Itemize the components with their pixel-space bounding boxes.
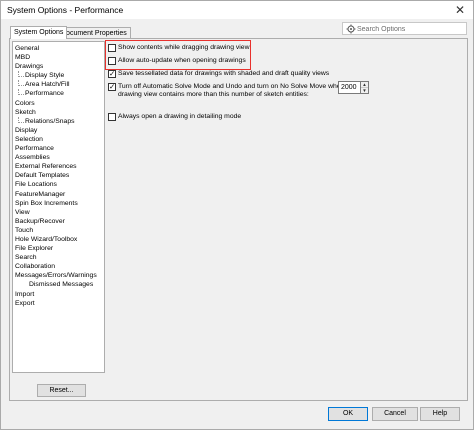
- tree-item-performance[interactable]: Performance: [13, 144, 104, 153]
- help-button[interactable]: Help: [420, 407, 460, 421]
- save-tessellated-checkbox[interactable]: [108, 69, 116, 78]
- tree-item-hole-wizard-toolbox[interactable]: Hole Wizard/Toolbox: [13, 235, 104, 244]
- options-tree[interactable]: General MBD Drawings Display Style Area …: [12, 41, 105, 373]
- tree-item-relations-snaps[interactable]: Relations/Snaps: [13, 116, 104, 126]
- tree-item-collaboration[interactable]: Collaboration: [13, 262, 104, 271]
- sketch-entity-count-stepper[interactable]: ▲ ▼: [361, 81, 369, 94]
- spin-down-icon[interactable]: ▼: [361, 88, 368, 94]
- tree-item-drawings[interactable]: Drawings: [13, 62, 104, 71]
- tree-item-display-style[interactable]: Display Style: [13, 71, 104, 80]
- title-bar: System Options - Performance ✕: [1, 1, 473, 19]
- tree-item-messages-errors-warnings[interactable]: Messages/Errors/Warnings: [13, 271, 104, 280]
- tree-item-sketch[interactable]: Sketch: [13, 108, 104, 117]
- detailing-mode-label: Always open a drawing in detailing mode: [118, 113, 242, 120]
- auto-update-label: Allow auto-update when opening drawings: [118, 57, 246, 64]
- tree-item-drawings-performance[interactable]: Performance: [13, 89, 104, 98]
- reset-button[interactable]: Reset...: [37, 384, 86, 397]
- tree-item-spin-box-increments[interactable]: Spin Box Increments: [13, 199, 104, 208]
- tree-item-colors[interactable]: Colors: [13, 99, 104, 108]
- tree-item-external-references[interactable]: External References: [13, 162, 104, 171]
- tree-item-dismissed-messages[interactable]: Dismissed Messages: [13, 280, 104, 289]
- sketch-entity-count-field[interactable]: 2000: [338, 81, 361, 94]
- tree-item-backup-recover[interactable]: Backup/Recover: [13, 217, 104, 226]
- tree-item-default-templates[interactable]: Default Templates: [13, 171, 104, 180]
- tree-item-display[interactable]: Display: [13, 126, 104, 135]
- cancel-button[interactable]: Cancel: [372, 407, 418, 421]
- show-contents-checkbox[interactable]: [108, 44, 116, 52]
- tree-item-general[interactable]: General: [13, 44, 104, 53]
- options-panel: General MBD Drawings Display Style Area …: [9, 38, 468, 401]
- save-tessellated-label: Save tessellated data for drawings with …: [118, 70, 330, 77]
- tree-item-area-hatch-fill[interactable]: Area Hatch/Fill: [13, 80, 104, 89]
- tree-item-export[interactable]: Export: [13, 299, 104, 308]
- tree-item-mbd[interactable]: MBD: [13, 53, 104, 62]
- ok-button[interactable]: OK: [328, 407, 368, 421]
- tree-item-import[interactable]: Import: [13, 290, 104, 299]
- solve-mode-checkbox[interactable]: [108, 82, 116, 91]
- tree-item-featuremanager[interactable]: FeatureManager: [13, 190, 104, 199]
- tree-item-file-locations[interactable]: File Locations: [13, 180, 104, 189]
- solve-mode-label-line2: drawing view contains more than this num…: [118, 91, 309, 98]
- window-title: System Options - Performance: [7, 5, 124, 15]
- search-box[interactable]: [342, 22, 467, 35]
- tree-item-touch[interactable]: Touch: [13, 226, 104, 235]
- tree-item-view[interactable]: View: [13, 208, 104, 217]
- solve-mode-label-line1: Turn off Automatic Solve Mode and Undo a…: [118, 83, 345, 90]
- show-contents-label: Show contents while dragging drawing vie…: [118, 44, 250, 51]
- tree-item-selection[interactable]: Selection: [13, 135, 104, 144]
- detailing-mode-checkbox[interactable]: [108, 113, 116, 121]
- tree-item-file-explorer[interactable]: File Explorer: [13, 244, 104, 253]
- tree-item-search[interactable]: Search: [13, 253, 104, 262]
- tree-item-assemblies[interactable]: Assemblies: [13, 153, 104, 162]
- tab-system-options[interactable]: System Options: [10, 26, 68, 39]
- search-gear-icon: [346, 24, 356, 34]
- auto-update-checkbox[interactable]: [108, 57, 116, 65]
- search-input[interactable]: [357, 24, 465, 34]
- close-icon[interactable]: ✕: [453, 3, 467, 17]
- system-options-dialog: System Options - Performance ✕ System Op…: [0, 0, 474, 430]
